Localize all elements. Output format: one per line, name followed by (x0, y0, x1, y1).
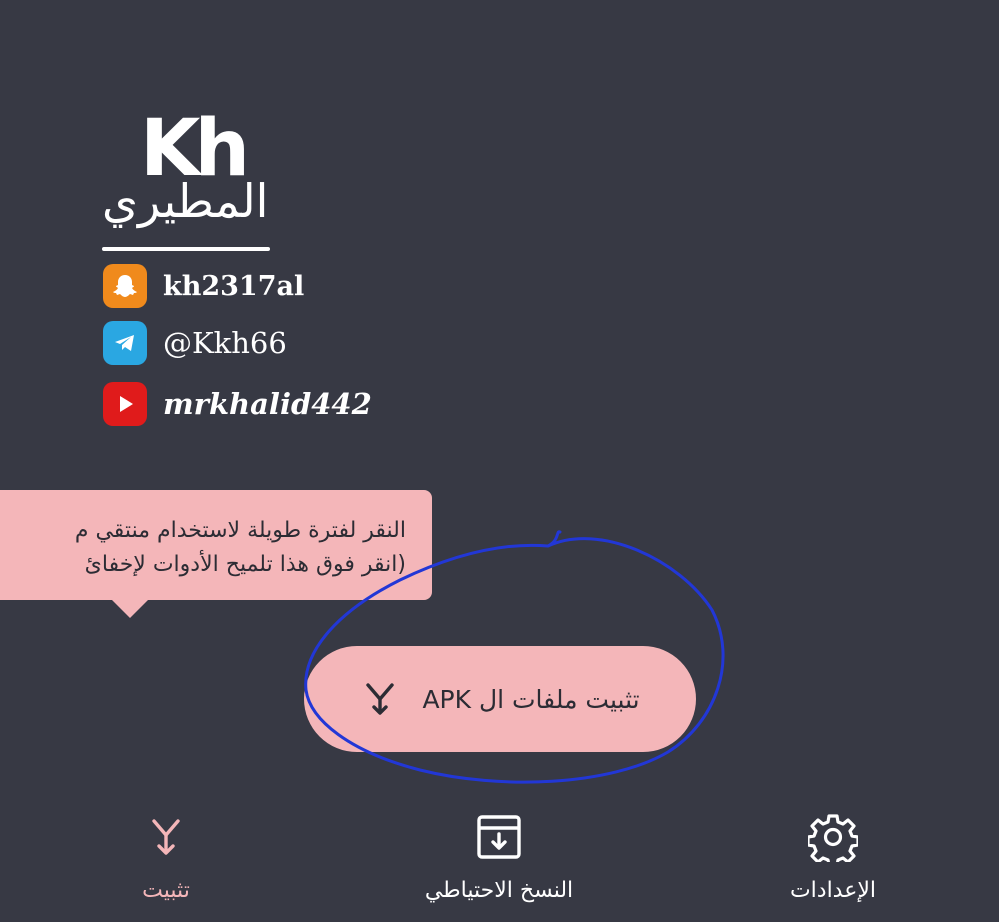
youtube-icon (103, 382, 147, 426)
install-apk-label: تثبيت ملفات ال APK (422, 684, 640, 714)
logo-arabic-text: المطيري (102, 174, 269, 228)
nav-label-install: تثبيت (142, 878, 190, 903)
nav-item-settings[interactable]: الإعدادات (703, 790, 963, 922)
tooltip-line-1: النقر لفترة طويلة لاستخدام منتقي م (74, 518, 406, 543)
merge-arrow-down-icon (366, 683, 395, 715)
logo-underline (102, 247, 270, 251)
tooltip-line-2: (انقر فوق هذا تلميح الأدوات لإخفائ (84, 552, 406, 577)
tooltip-hint[interactable]: النقر لفترة طويلة لاستخدام منتقي م (انقر… (0, 490, 432, 600)
brand-logo: Kh المطيري (96, 110, 286, 255)
social-row-youtube: mrkhalid442 (103, 381, 372, 427)
tooltip-arrow (110, 598, 150, 618)
snapchat-handle: kh2317al (163, 270, 305, 302)
social-row-snapchat: kh2317al (103, 263, 304, 309)
telegram-icon (103, 321, 147, 365)
snapchat-icon (103, 264, 147, 308)
youtube-handle: mrkhalid442 (163, 387, 372, 421)
install-apk-fab[interactable]: تثبيت ملفات ال APK (304, 646, 696, 752)
nav-label-backup: النسخ الاحتياطي (424, 878, 574, 903)
nav-item-install[interactable]: تثبيت (36, 790, 296, 922)
social-row-telegram: @Kkh66 (103, 320, 287, 366)
nav-item-backup[interactable]: النسخ الاحتياطي (369, 790, 629, 922)
bottom-navigation: تثبيت النسخ الاحتياطي الإعدادات (0, 790, 999, 922)
gear-icon (806, 810, 860, 864)
merge-arrow-down-icon (139, 810, 193, 864)
archive-download-icon (472, 810, 526, 864)
nav-label-settings: الإعدادات (789, 878, 877, 903)
telegram-handle: @Kkh66 (163, 326, 287, 360)
